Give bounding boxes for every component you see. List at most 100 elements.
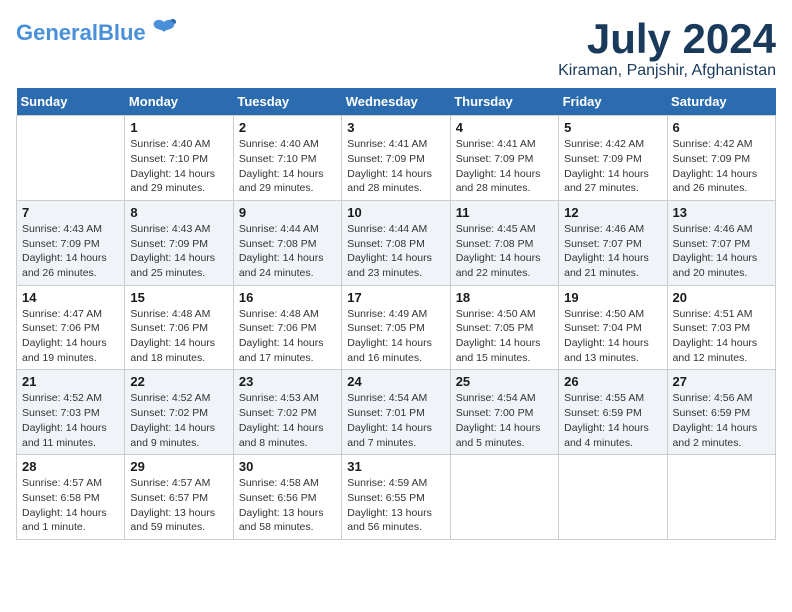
weekday-header-thursday: Thursday (450, 88, 558, 116)
day-number: 18 (456, 290, 553, 305)
day-info: Sunrise: 4:56 AM Sunset: 6:59 PM Dayligh… (673, 391, 770, 450)
day-number: 22 (130, 374, 227, 389)
day-info: Sunrise: 4:59 AM Sunset: 6:55 PM Dayligh… (347, 476, 444, 535)
weekday-header-row: SundayMondayTuesdayWednesdayThursdayFrid… (17, 88, 776, 116)
day-info: Sunrise: 4:40 AM Sunset: 7:10 PM Dayligh… (239, 137, 336, 196)
day-info: Sunrise: 4:52 AM Sunset: 7:03 PM Dayligh… (22, 391, 119, 450)
day-info: Sunrise: 4:48 AM Sunset: 7:06 PM Dayligh… (130, 307, 227, 366)
calendar-cell: 21 Sunrise: 4:52 AM Sunset: 7:03 PM Dayli… (17, 370, 125, 455)
calendar-cell (559, 455, 667, 540)
day-info: Sunrise: 4:40 AM Sunset: 7:10 PM Dayligh… (130, 137, 227, 196)
day-number: 12 (564, 205, 661, 220)
title-block: July 2024 Kiraman, Panjshir, Afghanistan (558, 16, 776, 80)
day-info: Sunrise: 4:41 AM Sunset: 7:09 PM Dayligh… (347, 137, 444, 196)
day-number: 5 (564, 120, 661, 135)
calendar-cell: 29Sunrise: 4:57 AM Sunset: 6:57 PM Dayli… (125, 455, 233, 540)
day-number: 25 (456, 374, 553, 389)
day-info: Sunrise: 4:45 AM Sunset: 7:08 PM Dayligh… (456, 222, 553, 281)
calendar-cell: 27 Sunrise: 4:56 AM Sunset: 6:59 PM Dayli… (667, 370, 775, 455)
day-info: Sunrise: 4:51 AM Sunset: 7:03 PM Dayligh… (673, 307, 770, 366)
logo: GeneralBlue (16, 16, 178, 49)
calendar-cell: 1 Sunrise: 4:40 AM Sunset: 7:10 PM Daylig… (125, 116, 233, 201)
calendar-cell: 19 Sunrise: 4:50 AM Sunset: 7:04 PM Dayli… (559, 285, 667, 370)
day-info: Sunrise: 4:54 AM Sunset: 7:01 PM Dayligh… (347, 391, 444, 450)
calendar-cell (17, 116, 125, 201)
week-row-2: 7 Sunrise: 4:43 AM Sunset: 7:09 PM Daylig… (17, 200, 776, 285)
week-row-5: 28 Sunrise: 4:57 AM Sunset: 6:58 PM Dayli… (17, 455, 776, 540)
calendar-cell: 12 Sunrise: 4:46 AM Sunset: 7:07 PM Dayli… (559, 200, 667, 285)
day-info: Sunrise: 4:48 AM Sunset: 7:06 PM Dayligh… (239, 307, 336, 366)
logo-blue: Blue (98, 20, 146, 45)
day-number: 7 (22, 205, 119, 220)
logo-text: GeneralBlue (16, 22, 146, 44)
day-number: 20 (673, 290, 770, 305)
day-info: Sunrise: 4:42 AM Sunset: 7:09 PM Dayligh… (564, 137, 661, 196)
calendar-cell: 26 Sunrise: 4:55 AM Sunset: 6:59 PM Dayli… (559, 370, 667, 455)
calendar-cell: 11Sunrise: 4:45 AM Sunset: 7:08 PM Dayli… (450, 200, 558, 285)
calendar-cell: 24 Sunrise: 4:54 AM Sunset: 7:01 PM Dayli… (342, 370, 450, 455)
day-number: 4 (456, 120, 553, 135)
day-number: 26 (564, 374, 661, 389)
calendar-table: SundayMondayTuesdayWednesdayThursdayFrid… (16, 88, 776, 540)
weekday-header-wednesday: Wednesday (342, 88, 450, 116)
day-info: Sunrise: 4:53 AM Sunset: 7:02 PM Dayligh… (239, 391, 336, 450)
calendar-cell: 25 Sunrise: 4:54 AM Sunset: 7:00 PM Dayli… (450, 370, 558, 455)
calendar-cell: 7 Sunrise: 4:43 AM Sunset: 7:09 PM Daylig… (17, 200, 125, 285)
day-number: 6 (673, 120, 770, 135)
week-row-3: 14 Sunrise: 4:47 AM Sunset: 7:06 PM Dayli… (17, 285, 776, 370)
day-info: Sunrise: 4:46 AM Sunset: 7:07 PM Dayligh… (564, 222, 661, 281)
calendar-cell: 6 Sunrise: 4:42 AM Sunset: 7:09 PM Daylig… (667, 116, 775, 201)
weekday-header-monday: Monday (125, 88, 233, 116)
day-info: Sunrise: 4:57 AM Sunset: 6:57 PM Dayligh… (130, 476, 227, 535)
calendar-cell: 8Sunrise: 4:43 AM Sunset: 7:09 PM Daylig… (125, 200, 233, 285)
calendar-cell (450, 455, 558, 540)
day-number: 8 (130, 205, 227, 220)
day-info: Sunrise: 4:43 AM Sunset: 7:09 PM Dayligh… (22, 222, 119, 281)
day-number: 2 (239, 120, 336, 135)
day-number: 10 (347, 205, 444, 220)
weekday-header-sunday: Sunday (17, 88, 125, 116)
day-info: Sunrise: 4:54 AM Sunset: 7:00 PM Dayligh… (456, 391, 553, 450)
day-info: Sunrise: 4:52 AM Sunset: 7:02 PM Dayligh… (130, 391, 227, 450)
day-number: 1 (130, 120, 227, 135)
calendar-cell (667, 455, 775, 540)
day-info: Sunrise: 4:50 AM Sunset: 7:05 PM Dayligh… (456, 307, 553, 366)
day-info: Sunrise: 4:57 AM Sunset: 6:58 PM Dayligh… (22, 476, 119, 535)
day-number: 27 (673, 374, 770, 389)
day-number: 16 (239, 290, 336, 305)
calendar-cell: 5 Sunrise: 4:42 AM Sunset: 7:09 PM Daylig… (559, 116, 667, 201)
day-info: Sunrise: 4:41 AM Sunset: 7:09 PM Dayligh… (456, 137, 553, 196)
day-number: 15 (130, 290, 227, 305)
page-header: GeneralBlue July 2024 Kiraman, Panjshir,… (16, 16, 776, 80)
day-number: 31 (347, 459, 444, 474)
day-number: 13 (673, 205, 770, 220)
calendar-cell: 20 Sunrise: 4:51 AM Sunset: 7:03 PM Dayli… (667, 285, 775, 370)
calendar-cell: 9Sunrise: 4:44 AM Sunset: 7:08 PM Daylig… (233, 200, 341, 285)
calendar-cell: 17 Sunrise: 4:49 AM Sunset: 7:05 PM Dayli… (342, 285, 450, 370)
day-info: Sunrise: 4:58 AM Sunset: 6:56 PM Dayligh… (239, 476, 336, 535)
day-number: 28 (22, 459, 119, 474)
day-number: 17 (347, 290, 444, 305)
day-info: Sunrise: 4:49 AM Sunset: 7:05 PM Dayligh… (347, 307, 444, 366)
day-number: 21 (22, 374, 119, 389)
calendar-cell: 30 Sunrise: 4:58 AM Sunset: 6:56 PM Dayli… (233, 455, 341, 540)
day-info: Sunrise: 4:50 AM Sunset: 7:04 PM Dayligh… (564, 307, 661, 366)
day-number: 14 (22, 290, 119, 305)
day-number: 24 (347, 374, 444, 389)
day-info: Sunrise: 4:42 AM Sunset: 7:09 PM Dayligh… (673, 137, 770, 196)
day-info: Sunrise: 4:44 AM Sunset: 7:08 PM Dayligh… (347, 222, 444, 281)
day-info: Sunrise: 4:44 AM Sunset: 7:08 PM Dayligh… (239, 222, 336, 281)
calendar-cell: 10 Sunrise: 4:44 AM Sunset: 7:08 PM Dayli… (342, 200, 450, 285)
weekday-header-tuesday: Tuesday (233, 88, 341, 116)
week-row-1: 1 Sunrise: 4:40 AM Sunset: 7:10 PM Daylig… (17, 116, 776, 201)
day-number: 19 (564, 290, 661, 305)
location-text: Kiraman, Panjshir, Afghanistan (558, 62, 776, 80)
day-info: Sunrise: 4:47 AM Sunset: 7:06 PM Dayligh… (22, 307, 119, 366)
day-number: 30 (239, 459, 336, 474)
calendar-cell: 14 Sunrise: 4:47 AM Sunset: 7:06 PM Dayli… (17, 285, 125, 370)
day-info: Sunrise: 4:46 AM Sunset: 7:07 PM Dayligh… (673, 222, 770, 281)
calendar-cell: 3Sunrise: 4:41 AM Sunset: 7:09 PM Daylig… (342, 116, 450, 201)
calendar-cell: 23Sunrise: 4:53 AM Sunset: 7:02 PM Dayli… (233, 370, 341, 455)
day-info: Sunrise: 4:55 AM Sunset: 6:59 PM Dayligh… (564, 391, 661, 450)
calendar-cell: 31 Sunrise: 4:59 AM Sunset: 6:55 PM Dayli… (342, 455, 450, 540)
